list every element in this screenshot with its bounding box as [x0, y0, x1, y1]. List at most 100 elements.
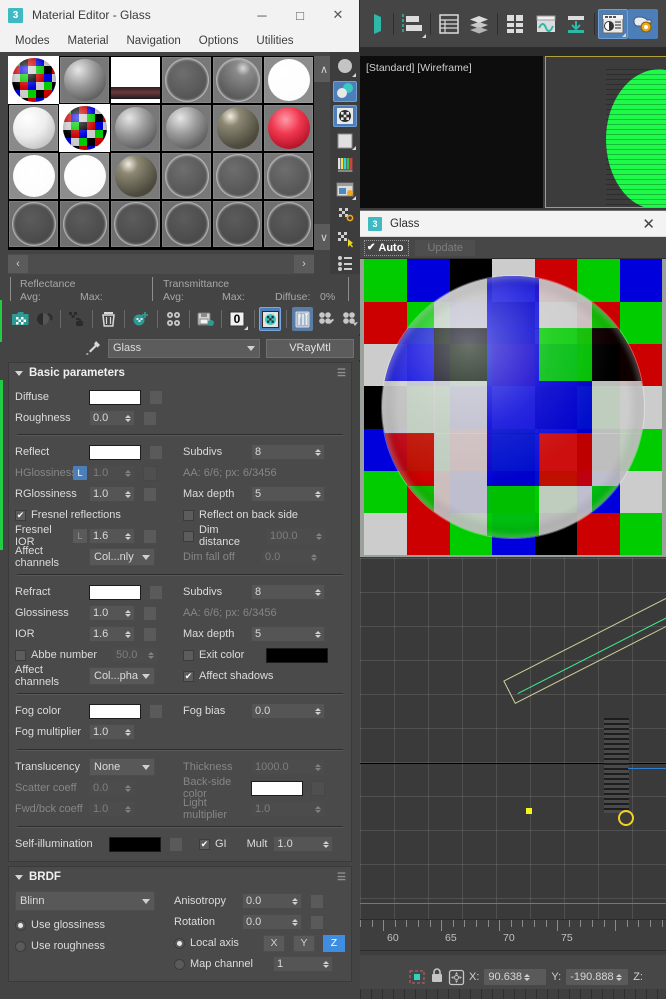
- make-unique-icon[interactable]: [163, 307, 184, 331]
- dim-fall-off-spinner[interactable]: [311, 553, 317, 561]
- video-color-check-icon[interactable]: [333, 154, 357, 176]
- rglossiness-spinner[interactable]: [125, 490, 131, 498]
- back-side-color-swatch[interactable]: [251, 780, 303, 796]
- use-glossiness-radio[interactable]: [15, 919, 26, 931]
- refract-map-button[interactable]: [149, 584, 163, 600]
- go-to-parent-icon[interactable]: [315, 307, 336, 331]
- menu-item-options[interactable]: Options: [190, 33, 248, 49]
- dim-distance-input[interactable]: 100.0: [266, 528, 326, 544]
- scene-selection-handle[interactable]: [526, 808, 532, 814]
- schematic-view-icon[interactable]: [561, 9, 591, 39]
- material-slot-23[interactable]: [263, 200, 314, 248]
- mult-spinner[interactable]: [323, 840, 330, 848]
- make-preview-icon[interactable]: [333, 179, 357, 201]
- go-forward-to-sibling-icon[interactable]: [339, 307, 360, 331]
- menu-item-navigation[interactable]: Navigation: [117, 33, 189, 49]
- sample-uv-tiling-icon[interactable]: [333, 130, 357, 152]
- self-illumination-swatch[interactable]: [109, 836, 161, 852]
- exit-color-swatch[interactable]: [266, 647, 328, 663]
- translucency-dropdown[interactable]: None: [89, 758, 155, 776]
- refract-color-swatch[interactable]: [89, 584, 141, 600]
- fresnel-ior-lock-badge[interactable]: L: [73, 529, 87, 543]
- material-slots-grid[interactable]: [8, 56, 314, 250]
- viewport-wireframe[interactable]: [Standard] [Wireframe]: [360, 56, 543, 208]
- reflect-color-swatch[interactable]: [89, 444, 141, 460]
- select-by-material-icon[interactable]: [333, 228, 357, 250]
- abbe-number-row[interactable]: ✔ Abbe number 50.0: [15, 645, 183, 665]
- reflect-on-back-side-checkbox[interactable]: ✔: [183, 509, 194, 521]
- sample-type-icon[interactable]: [333, 56, 357, 78]
- map-channel-row[interactable]: Map channel 1: [174, 954, 345, 974]
- viewport-active[interactable]: [545, 56, 666, 208]
- reflect-max-depth-spinner[interactable]: [315, 490, 321, 498]
- gi-checkbox[interactable]: ✔: [199, 838, 210, 850]
- material-slot-20[interactable]: [110, 200, 161, 248]
- basic-parameters-header[interactable]: Basic parameters ☰: [9, 363, 351, 383]
- material-slot-10[interactable]: [212, 104, 263, 152]
- hglossiness-spinner[interactable]: [125, 469, 131, 477]
- auto-update-checkbox[interactable]: ✔ Auto: [364, 239, 410, 256]
- material-slot-14[interactable]: [110, 152, 161, 200]
- ior-input[interactable]: 1.6: [89, 626, 135, 642]
- local-axis-row[interactable]: Local axis X Y Z: [174, 933, 345, 953]
- map-channel-input[interactable]: 1: [273, 956, 333, 972]
- options-checker-icon[interactable]: [333, 204, 357, 226]
- x-coord-input[interactable]: 90.638: [484, 969, 547, 985]
- material-slot-13[interactable]: [59, 152, 110, 200]
- fog-multiplier-spinner[interactable]: [125, 728, 131, 736]
- x-spinner[interactable]: [524, 973, 531, 981]
- y-coord-input[interactable]: -190.888: [566, 969, 629, 985]
- refract-max-depth-input[interactable]: 5: [251, 626, 325, 642]
- minimize-button[interactable]: ─: [243, 1, 281, 29]
- ior-map-button[interactable]: [143, 626, 157, 642]
- chevron-down-icon[interactable]: [15, 874, 23, 880]
- fog-color-map-button[interactable]: [149, 703, 163, 719]
- abbe-number-checkbox[interactable]: ✔: [15, 649, 26, 661]
- light-multiplier-spinner[interactable]: [315, 805, 321, 813]
- fog-color-swatch[interactable]: [89, 703, 141, 719]
- dim-distance-checkbox[interactable]: ✔: [183, 530, 194, 542]
- render-production-icon[interactable]: [658, 9, 666, 39]
- get-material-icon[interactable]: [10, 307, 31, 331]
- material-slot-9[interactable]: [161, 104, 212, 152]
- refract-subdivs-spinner[interactable]: [315, 588, 321, 596]
- map-channel-radio[interactable]: [174, 958, 185, 970]
- fog-bias-spinner[interactable]: [315, 707, 321, 715]
- material-effects-channel-icon[interactable]: 0: [227, 307, 248, 331]
- material-slot-15[interactable]: [161, 152, 212, 200]
- material-slot-22[interactable]: [212, 200, 263, 248]
- refract-glossiness-spinner[interactable]: [125, 609, 131, 617]
- backlight-icon[interactable]: [333, 80, 357, 103]
- lock-icon[interactable]: [431, 968, 443, 986]
- refract-max-depth-spinner[interactable]: [315, 630, 321, 638]
- put-material-to-scene-icon[interactable]: [33, 307, 54, 331]
- align-icon[interactable]: [397, 9, 427, 39]
- anisotropy-input[interactable]: 0.0: [242, 893, 302, 909]
- select-object-icon[interactable]: [364, 9, 390, 39]
- material-name-input[interactable]: Glass: [108, 338, 260, 358]
- thickness-spinner[interactable]: [315, 763, 321, 771]
- material-slot-4[interactable]: [212, 56, 263, 104]
- axis-y-button[interactable]: Y: [293, 934, 315, 952]
- rotation-map-button[interactable]: [310, 914, 324, 930]
- frame-buffer-canvas[interactable]: [360, 259, 666, 557]
- maximize-button[interactable]: □: [281, 1, 319, 29]
- close-icon[interactable]: ✕: [639, 215, 658, 233]
- exit-color-checkbox[interactable]: ✔: [183, 649, 194, 661]
- dim-distance-row[interactable]: ✔ Dim distance 100.0: [183, 524, 345, 548]
- menu-item-modes[interactable]: Modes: [6, 33, 59, 49]
- reflect-subdivs-spinner[interactable]: [315, 448, 321, 456]
- hglossiness-lock-badge[interactable]: L: [73, 466, 87, 480]
- y-spinner[interactable]: [615, 973, 622, 981]
- chevron-down-icon[interactable]: [15, 370, 23, 376]
- rotate-gizmo-icon[interactable]: [618, 810, 634, 826]
- hglossiness-map-button[interactable]: [143, 465, 157, 481]
- absolute-mode-transform-icon[interactable]: [448, 969, 465, 986]
- material-slot-21[interactable]: [161, 200, 212, 248]
- rendered-frame-window-icon[interactable]: [628, 8, 658, 39]
- dim-fall-off-input[interactable]: 0.0: [261, 549, 321, 565]
- slots-horizontal-scrollbar[interactable]: ‹ ›: [8, 254, 314, 274]
- roughness-spinner[interactable]: [125, 414, 131, 422]
- diffuse-map-button[interactable]: [149, 389, 163, 405]
- material-slot-6[interactable]: [8, 104, 59, 152]
